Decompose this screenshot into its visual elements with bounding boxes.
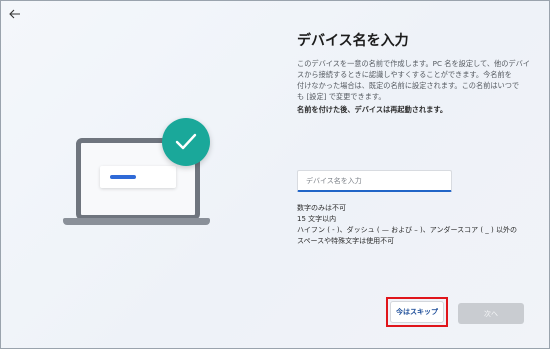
setup-window: デバイス名を入力 このデバイスを一意の名前で作成します。PC 名を設定して、他の… [0,0,550,349]
device-name-input[interactable] [297,170,452,192]
restart-note: 名前を付けた後、デバイスは再起動されます。 [297,105,448,114]
laptop-base [63,218,210,225]
page-title: デバイス名を入力 [297,33,409,49]
description-line: このデバイスを一意の名前で作成します。PC 名を設定して、他のデバイ [297,59,530,68]
checkmark-badge [162,118,210,166]
description-line: も [設定] で変更できます。 [297,92,386,101]
naming-rules: 数字のみは不可 15 文字以内 ハイフン ( - )、ダッシュ ( — および … [297,203,531,247]
illustration-input-bar [110,175,136,179]
rule-item: 15 文字以内 [297,215,337,223]
rule-item: ハイフン ( - )、ダッシュ ( — および – )、アンダースコア ( _ … [297,226,517,234]
next-button[interactable]: 次へ [458,303,524,324]
description-line: スから接続するときに認識しやすくすることができます。今名前を [297,70,512,79]
skip-button[interactable]: 今はスキップ [390,301,444,323]
description-text: このデバイスを一意の名前で作成します。PC 名を設定して、他のデバイ スから接続… [297,58,531,102]
description-line: 付けなかった場合は、既定の名前に設定されます。この名前はいつで [297,81,520,90]
checkmark-icon [175,133,197,150]
rule-item: 数字のみは不可 [297,204,346,212]
arrow-left-icon [9,9,20,19]
rule-item: スペースや特殊文字は使用不可 [297,237,395,245]
back-button[interactable] [7,6,23,22]
